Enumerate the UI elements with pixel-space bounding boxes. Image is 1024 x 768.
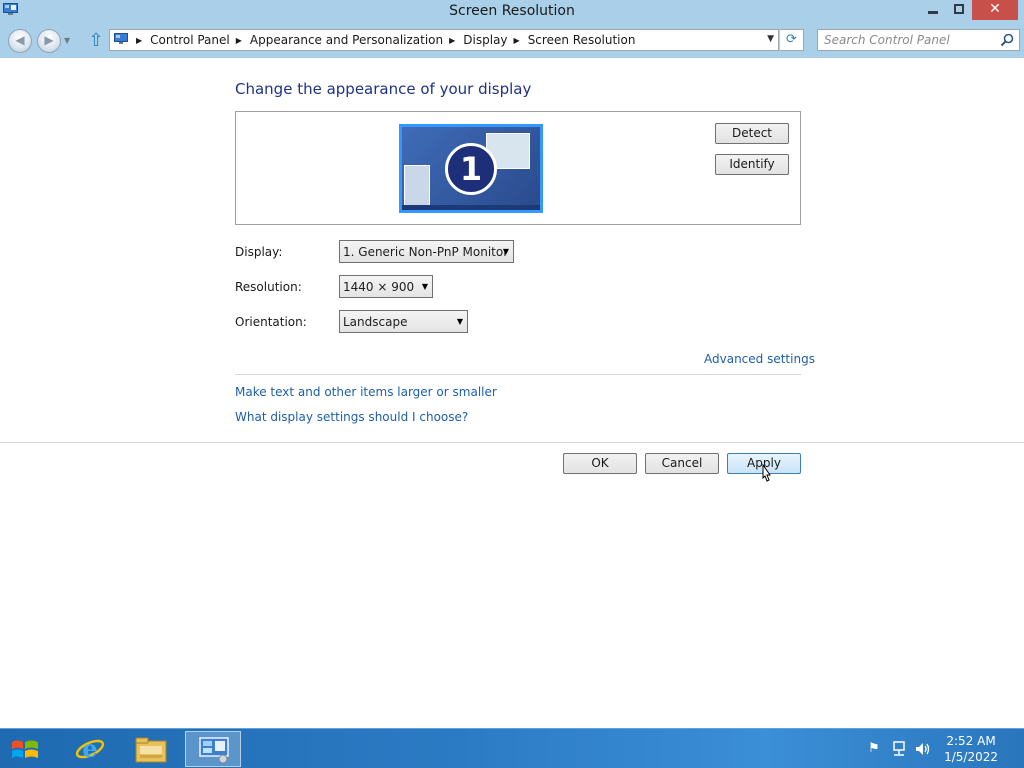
footer-divider: [0, 442, 1024, 443]
ok-button[interactable]: OK: [563, 453, 637, 474]
svg-text:e: e: [82, 734, 97, 763]
back-arrow-icon: ◀: [15, 33, 25, 47]
mouse-pointer-icon: [762, 464, 771, 482]
taskbar-file-explorer[interactable]: [123, 731, 179, 767]
monitor-1-thumbnail[interactable]: 1: [399, 124, 543, 213]
breadcrumb-separator-icon[interactable]: ▶: [449, 36, 455, 45]
control-panel-icon: [199, 737, 229, 764]
breadcrumb-screen-resolution[interactable]: Screen Resolution: [528, 33, 636, 47]
orientation-select[interactable]: Landscape ▼: [339, 310, 468, 333]
navigation-bar: ◀ ▶ ▼ ⇧ ▶ Control Panel ▶ Appearance and…: [0, 24, 1024, 58]
address-history-dropdown-icon[interactable]: ▼: [767, 34, 774, 44]
refresh-button[interactable]: ⟳: [780, 29, 804, 51]
breadcrumb-display[interactable]: Display: [463, 33, 507, 47]
page-heading: Change the appearance of your display: [235, 80, 532, 98]
recent-pages-dropdown-icon[interactable]: ▼: [64, 36, 70, 45]
breadcrumb-separator-icon[interactable]: ▶: [136, 36, 142, 45]
dropdown-arrow-icon: ▼: [502, 247, 509, 256]
address-bar[interactable]: ▶ Control Panel ▶ Appearance and Persona…: [109, 29, 779, 51]
forward-button[interactable]: ▶: [37, 29, 61, 53]
display-select-value: 1. Generic Non-PnP Monitor: [343, 245, 509, 259]
back-button[interactable]: ◀: [8, 29, 32, 53]
orientation-label: Orientation:: [235, 315, 307, 329]
resolution-select-value: 1440 × 900: [343, 280, 415, 294]
display-select[interactable]: 1. Generic Non-PnP Monitor ▼: [339, 240, 514, 263]
internet-explorer-icon: e: [75, 734, 105, 763]
close-button[interactable]: ✕: [972, 0, 1018, 20]
text-size-link[interactable]: Make text and other items larger or smal…: [235, 385, 497, 399]
search-box: [817, 29, 1020, 51]
file-explorer-icon: [135, 737, 167, 763]
detect-button[interactable]: Detect: [715, 123, 789, 144]
taskbar-internet-explorer[interactable]: e: [62, 731, 118, 767]
breadcrumb: ▶ Control Panel ▶ Appearance and Persona…: [136, 33, 635, 47]
search-input[interactable]: [824, 32, 994, 48]
monitor-number-badge: 1: [445, 143, 497, 195]
taskbar: e ⚑ 2:52 AM 1/5/2022: [0, 728, 1024, 768]
clock-date: 1/5/2022: [944, 750, 998, 764]
display-help-link[interactable]: What display settings should I choose?: [235, 410, 468, 424]
identify-button[interactable]: Identify: [715, 154, 789, 175]
breadcrumb-appearance[interactable]: Appearance and Personalization: [250, 33, 443, 47]
breadcrumb-control-panel[interactable]: Control Panel: [150, 33, 230, 47]
forward-arrow-icon: ▶: [44, 33, 54, 47]
divider: [235, 374, 801, 375]
maximize-icon: [954, 4, 964, 14]
maximize-button[interactable]: [946, 0, 972, 20]
window-title: Screen Resolution: [449, 3, 575, 19]
flag-icon[interactable]: ⚑: [866, 741, 882, 757]
refresh-icon: ⟳: [786, 32, 797, 47]
minimize-icon: [928, 11, 938, 14]
display-label: Display:: [235, 245, 283, 259]
clock-time: 2:52 AM: [946, 734, 996, 748]
monitor-preview-taskbar: [402, 205, 540, 210]
cancel-button[interactable]: Cancel: [645, 453, 719, 474]
control-panel-icon: [114, 33, 128, 44]
resolution-select[interactable]: 1440 × 900 ▼: [339, 275, 433, 298]
advanced-settings-link[interactable]: Advanced settings: [704, 352, 815, 366]
taskbar-clock[interactable]: 2:52 AM 1/5/2022: [944, 733, 998, 765]
search-icon[interactable]: [1000, 33, 1014, 47]
minimize-button[interactable]: [920, 0, 946, 20]
volume-icon[interactable]: [914, 741, 930, 757]
breadcrumb-separator-icon[interactable]: ▶: [514, 36, 520, 45]
monitor-preview-window: [404, 165, 430, 209]
dropdown-arrow-icon: ▼: [456, 317, 463, 326]
up-arrow-icon[interactable]: ⇧: [86, 30, 106, 52]
taskbar-control-panel[interactable]: [185, 731, 241, 767]
display-preview-panel: 1 Detect Identify: [235, 111, 801, 225]
window-controls: ✕: [920, 0, 1018, 20]
close-icon: ✕: [989, 1, 1001, 17]
orientation-select-value: Landscape: [343, 315, 408, 329]
network-icon[interactable]: [891, 741, 907, 757]
start-icon[interactable]: [10, 737, 40, 763]
title-bar[interactable]: Screen Resolution ✕: [0, 0, 1024, 24]
resolution-label: Resolution:: [235, 280, 302, 294]
dropdown-arrow-icon: ▼: [421, 282, 428, 291]
breadcrumb-separator-icon[interactable]: ▶: [236, 36, 242, 45]
